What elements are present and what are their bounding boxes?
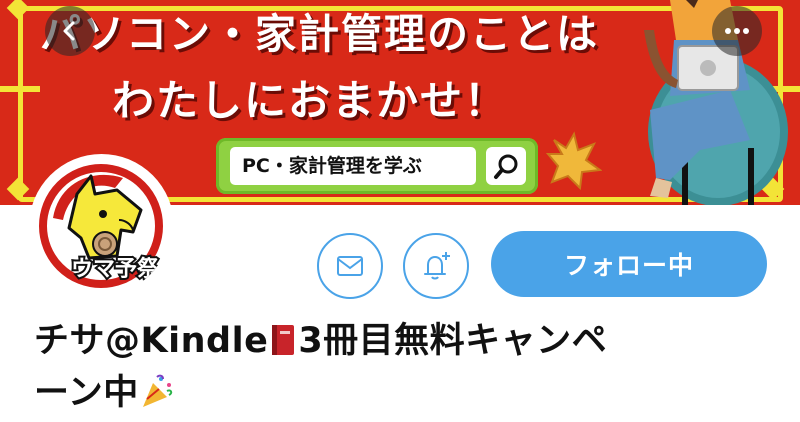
display-name-part2: 3冊目無料キャンペ	[298, 321, 608, 361]
bell-plus-icon	[424, 252, 450, 280]
party-popper-emoji	[139, 373, 175, 422]
display-name: チサ@Kindle 3冊目無料キャンペーン中	[34, 318, 774, 422]
banner-frame-bar	[0, 86, 40, 92]
more-icon	[725, 28, 749, 34]
back-button[interactable]	[45, 6, 95, 56]
burst-decoration	[546, 131, 602, 191]
avatar-image: ウマ予祭	[39, 164, 163, 288]
book-emoji	[268, 323, 298, 370]
message-button[interactable]	[317, 233, 383, 299]
banner-title-line1: パソコン・家計管理のことは	[40, 10, 599, 58]
search-icon	[486, 147, 526, 185]
avatar[interactable]: ウマ予祭	[33, 158, 170, 295]
notify-button[interactable]	[403, 233, 469, 299]
banner-search-label: PC・家計管理を学ぶ	[230, 147, 476, 185]
display-name-part1: チサ@Kindle	[34, 321, 269, 361]
mail-icon	[337, 256, 363, 276]
back-icon	[63, 21, 75, 41]
display-name-part3: ーン中	[34, 373, 139, 413]
following-button[interactable]: フォロー中	[491, 231, 767, 297]
woman-illustration	[644, 0, 788, 205]
avatar-label: ウマ予祭	[71, 256, 160, 282]
banner-search-graphic: PC・家計管理を学ぶ	[216, 138, 538, 194]
banner-title-line2: わたしにおまかせ！	[112, 76, 509, 125]
more-button[interactable]	[712, 6, 762, 56]
